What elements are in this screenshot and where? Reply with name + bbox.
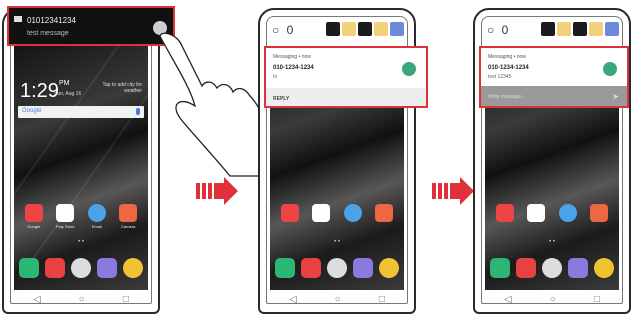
notif-message: test 12345 xyxy=(488,74,512,80)
gallery-icon[interactable] xyxy=(97,258,117,278)
notif-number: 010-1234-1234 xyxy=(488,65,529,71)
app-email[interactable] xyxy=(342,204,364,222)
contact-avatar-icon xyxy=(603,62,617,76)
google-logo: Google xyxy=(22,108,42,114)
home-icon[interactable]: ○ xyxy=(335,294,341,305)
quick-settings xyxy=(541,22,619,38)
camera-app-icon[interactable] xyxy=(71,258,91,278)
app-camera[interactable] xyxy=(588,204,610,222)
dock xyxy=(16,258,146,278)
back-icon[interactable]: ◁ xyxy=(33,294,41,305)
dock xyxy=(487,258,617,278)
chrome-icon[interactable] xyxy=(123,258,143,278)
recent-icon[interactable]: □ xyxy=(123,294,129,305)
clock-ampm: PM xyxy=(58,80,70,87)
gallery-icon[interactable] xyxy=(568,258,588,278)
front-camera: ○ 0 xyxy=(272,23,296,37)
messages-icon[interactable] xyxy=(45,258,65,278)
message-icon xyxy=(14,16,22,22)
app-row xyxy=(489,204,615,222)
app-email[interactable] xyxy=(557,204,579,222)
recent-icon[interactable]: □ xyxy=(594,294,600,305)
reply-button[interactable]: REPLY xyxy=(273,96,289,102)
phone-icon[interactable] xyxy=(275,258,295,278)
nav-bar: ◁ ○ □ xyxy=(14,290,148,308)
home-screen: 1:29PM Sun, Aug 16 Tap to add city for w… xyxy=(14,46,148,290)
app-play-store[interactable] xyxy=(525,204,547,222)
phone-icon[interactable] xyxy=(19,258,39,278)
notif-number: 01012341234 xyxy=(27,16,76,25)
phone-icon[interactable] xyxy=(490,258,510,278)
app-google[interactable] xyxy=(279,204,301,222)
back-icon[interactable]: ◁ xyxy=(504,294,512,305)
app-email[interactable]: Email xyxy=(86,204,108,229)
home-icon[interactable]: ○ xyxy=(79,294,85,305)
dock xyxy=(272,258,402,278)
mic-icon[interactable] xyxy=(136,108,140,115)
phone-1: 1:29PM Sun, Aug 16 Tap to add city for w… xyxy=(2,8,160,314)
page-indicator: • • xyxy=(78,239,84,245)
quick-settings xyxy=(326,22,404,38)
chrome-icon[interactable] xyxy=(594,258,614,278)
arrow-right-icon xyxy=(432,177,474,205)
reply-notification[interactable]: Messaging • now 010-1234-1234 test 12345… xyxy=(479,46,629,108)
weather-widget[interactable]: Tap to add city for weather xyxy=(102,82,142,94)
notif-app: Messaging • now xyxy=(488,54,526,60)
app-camera[interactable]: Camera xyxy=(117,204,139,229)
clock-date: Sun, Aug 16 xyxy=(54,91,82,97)
gallery-icon[interactable] xyxy=(353,258,373,278)
app-play-store[interactable]: Play Store xyxy=(54,204,76,229)
google-search-bar[interactable]: Google xyxy=(18,106,144,118)
app-row xyxy=(274,204,400,222)
page-indicator: • • xyxy=(334,239,340,245)
app-camera[interactable] xyxy=(373,204,395,222)
app-google[interactable] xyxy=(494,204,516,222)
recent-icon[interactable]: □ xyxy=(379,294,385,305)
page-indicator: • • xyxy=(549,239,555,245)
notif-app: Messaging • now xyxy=(273,54,311,60)
app-google[interactable]: Google xyxy=(23,204,45,229)
messages-icon[interactable] xyxy=(516,258,536,278)
expanded-notification[interactable]: Messaging • now 010-1234-1234 hi REPLY xyxy=(264,46,428,108)
app-row: Google Play Store Email Camera xyxy=(18,204,144,229)
send-icon[interactable]: ➤ xyxy=(612,92,619,101)
nav-bar: ◁ ○ □ xyxy=(270,290,404,308)
status-bar: ○ 0 xyxy=(270,18,404,44)
chrome-icon[interactable] xyxy=(379,258,399,278)
back-icon[interactable]: ◁ xyxy=(289,294,297,305)
reply-input[interactable]: Write message... xyxy=(488,94,525,100)
home-icon[interactable]: ○ xyxy=(550,294,556,305)
camera-app-icon[interactable] xyxy=(327,258,347,278)
notif-message: hi xyxy=(273,74,277,80)
app-play-store[interactable] xyxy=(310,204,332,222)
nav-bar: ◁ ○ □ xyxy=(485,290,619,308)
front-camera: ○ 0 xyxy=(487,23,511,37)
status-bar: ○ 0 xyxy=(485,18,619,44)
contact-avatar-icon xyxy=(402,62,416,76)
notif-message: test message xyxy=(27,30,69,37)
arrow-right-icon xyxy=(196,177,238,205)
notif-number: 010-1234-1234 xyxy=(273,65,314,71)
camera-app-icon[interactable] xyxy=(542,258,562,278)
messages-icon[interactable] xyxy=(301,258,321,278)
